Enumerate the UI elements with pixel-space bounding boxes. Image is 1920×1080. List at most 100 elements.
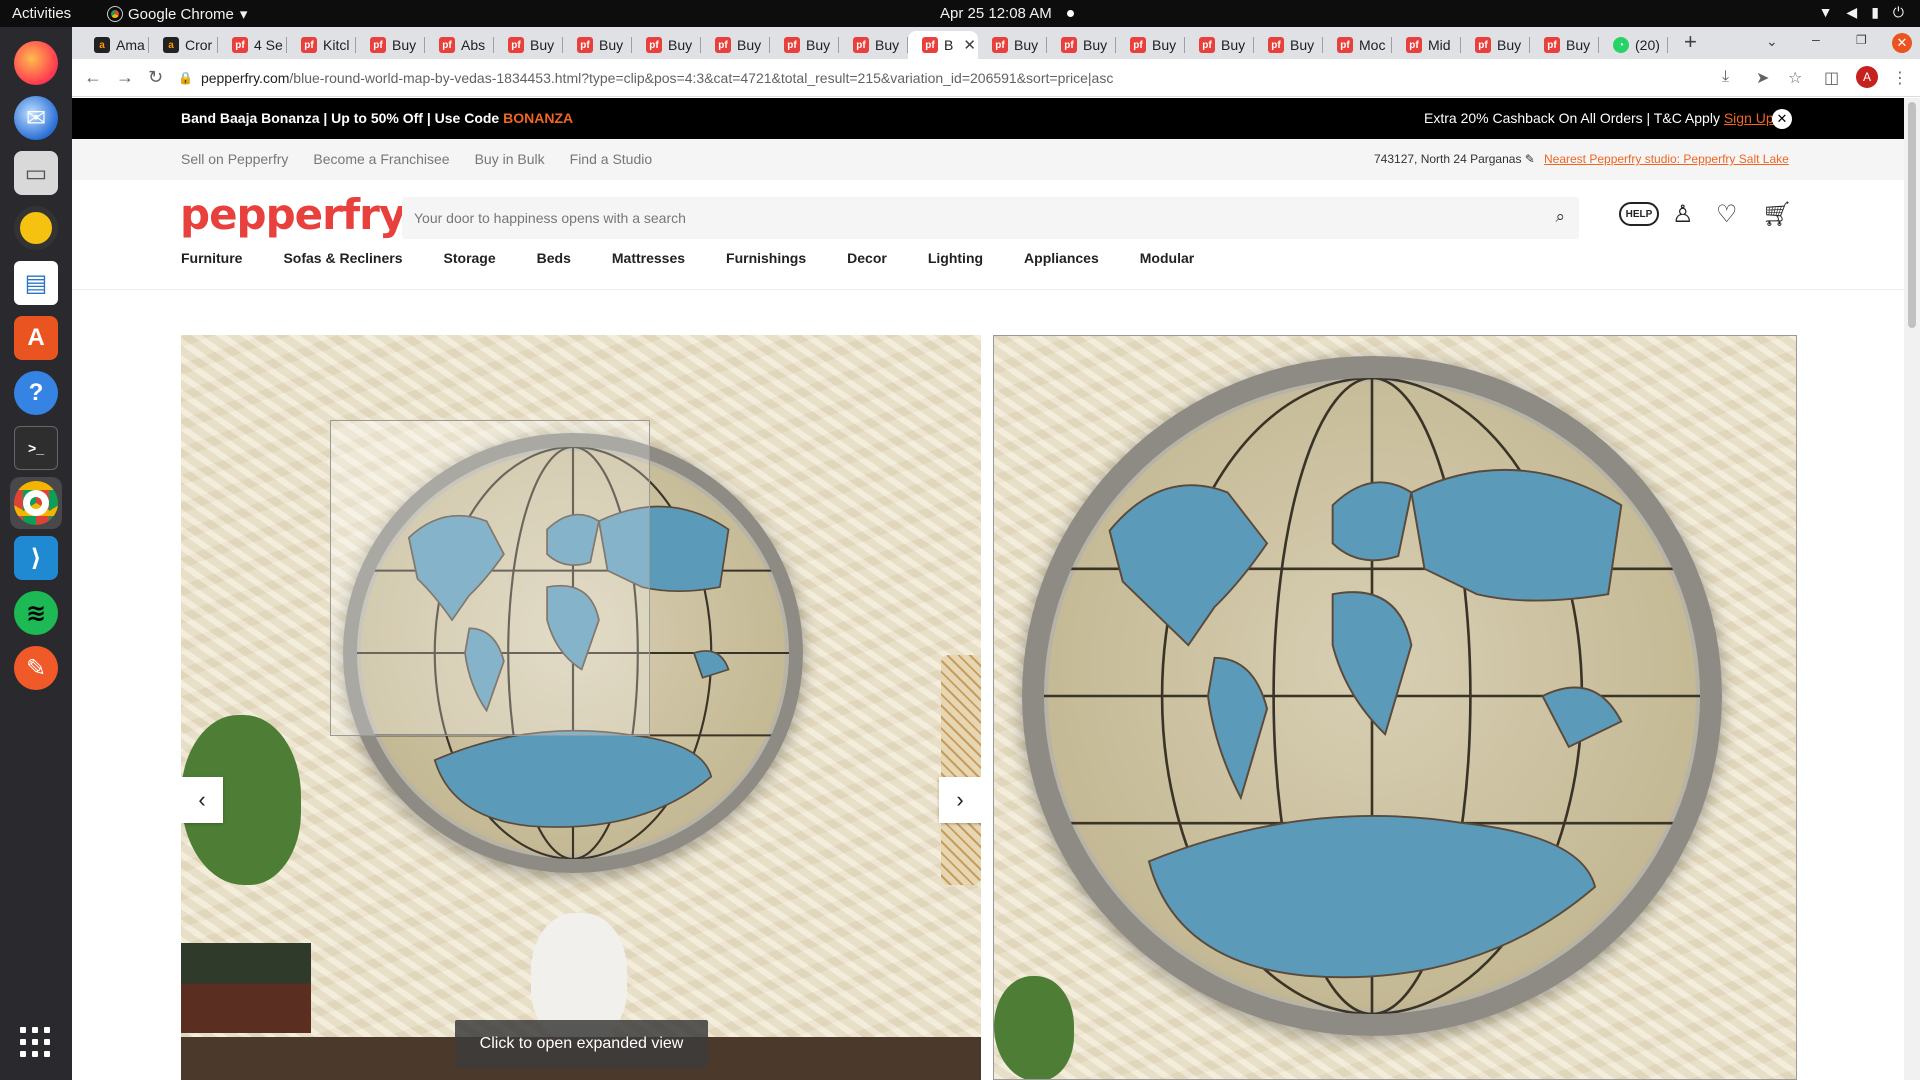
browser-tab[interactable]: pf Buy xyxy=(1530,31,1599,59)
browser-tab[interactable]: a Cror xyxy=(149,31,218,59)
browser-tab[interactable]: pf Abs xyxy=(425,31,494,59)
browser-tab[interactable]: pf 4 Se xyxy=(218,31,287,59)
system-tray[interactable]: ▼ ◀ ▮ ⏻ xyxy=(1819,4,1904,21)
dock-files[interactable]: ▭ xyxy=(10,147,62,199)
category-modular[interactable]: Modular xyxy=(1140,250,1194,266)
browser-tab[interactable]: ◔ (20) xyxy=(1599,31,1668,59)
dock-help[interactable]: ? xyxy=(10,367,62,419)
pepperfry-logo[interactable]: pepperfry xyxy=(180,190,406,239)
category-furniture[interactable]: Furniture xyxy=(181,250,242,266)
browser-tab[interactable]: pf Buy xyxy=(1254,31,1323,59)
category-storage[interactable]: Storage xyxy=(444,250,496,266)
send-icon[interactable]: ➤ xyxy=(1756,68,1769,88)
bulk-link[interactable]: Buy in Bulk xyxy=(475,151,545,167)
dock-spotify[interactable]: ≋ xyxy=(10,587,62,639)
browser-tab[interactable]: pf Kitcl xyxy=(287,31,356,59)
wishlist-heart-icon[interactable]: ♡ xyxy=(1716,200,1738,229)
browser-tab[interactable]: pf Buy xyxy=(494,31,563,59)
dock-rhythmbox[interactable] xyxy=(10,202,62,254)
scroll-thumb[interactable] xyxy=(1908,102,1916,328)
close-tab-icon[interactable]: ✕ xyxy=(963,36,976,54)
close-banner-icon[interactable]: ✕ xyxy=(1772,109,1792,129)
dock-software[interactable]: A xyxy=(10,312,62,364)
document-icon: ▤ xyxy=(14,261,58,305)
pepperfry-favicon-icon: pf xyxy=(1337,37,1353,53)
forward-icon[interactable]: → xyxy=(116,67,134,88)
secondary-nav: Sell on Pepperfry Become a Franchisee Bu… xyxy=(72,139,1904,180)
browser-tab[interactable]: pf Buy xyxy=(770,31,839,59)
reload-icon[interactable]: ↻ xyxy=(148,67,163,88)
browser-tab[interactable]: pf Buy xyxy=(701,31,770,59)
dock-chrome[interactable] xyxy=(10,477,62,529)
site-header: pepperfry ⌕ HELP ♙ ♡ 🛒︎ Furniture Sofas &… xyxy=(72,180,1904,290)
dock-inkscape[interactable]: ✎ xyxy=(10,642,62,694)
clock[interactable]: Apr 25 12:08 AM xyxy=(940,5,1052,22)
browser-tab[interactable]: pf Buy xyxy=(839,31,908,59)
new-tab-button[interactable]: + xyxy=(1684,29,1697,55)
help-button[interactable]: HELP xyxy=(1619,202,1659,226)
browser-tab[interactable]: pf Buy xyxy=(563,31,632,59)
back-icon[interactable]: ← xyxy=(84,67,102,88)
browser-tab[interactable]: pf B ✕ xyxy=(908,31,978,59)
maximize-button[interactable]: ❐ xyxy=(1856,33,1867,47)
close-window-button[interactable]: ✕ xyxy=(1892,33,1912,53)
dock-terminal[interactable]: >_ xyxy=(10,422,62,474)
page-scrollbar[interactable] xyxy=(1904,98,1920,1080)
sell-link[interactable]: Sell on Pepperfry xyxy=(181,151,288,167)
chrome-icon xyxy=(107,6,123,22)
address-bar[interactable]: 🔒 pepperfry.com/blue-round-world-map-by-… xyxy=(178,63,1768,93)
browser-tab[interactable]: a Ama xyxy=(80,31,149,59)
app-menu[interactable]: Google Chrome ▾ xyxy=(107,5,247,23)
user-icon[interactable]: ♙ xyxy=(1672,200,1694,229)
zoom-lens xyxy=(330,420,650,736)
browser-tab[interactable]: pf Buy xyxy=(1185,31,1254,59)
browser-tab[interactable]: pf Buy xyxy=(1047,31,1116,59)
dock-writer[interactable]: ▤ xyxy=(10,257,62,309)
delivery-location[interactable]: 743127, North 24 Parganas ✎ xyxy=(1374,152,1535,166)
product-zoom-view xyxy=(993,335,1797,1080)
browser-tab[interactable]: pf Buy xyxy=(1116,31,1185,59)
search-input[interactable] xyxy=(414,197,1534,239)
cart-icon[interactable]: 🛒︎ xyxy=(1762,200,1792,229)
category-furnishings[interactable]: Furnishings xyxy=(726,250,806,266)
studio-finder-link[interactable]: Find a Studio xyxy=(570,151,653,167)
signup-link[interactable]: Sign Up xyxy=(1724,110,1774,126)
more-menu-icon[interactable]: ⋮ xyxy=(1892,68,1908,88)
dock-firefox[interactable] xyxy=(10,37,62,89)
franchisee-link[interactable]: Become a Franchisee xyxy=(313,151,449,167)
books xyxy=(181,943,311,1033)
tab-search-chevron-down-icon[interactable]: ⌄ xyxy=(1766,33,1778,50)
browser-tab[interactable]: pf Buy xyxy=(978,31,1047,59)
category-decor[interactable]: Decor xyxy=(847,250,887,266)
tab-label: Buy xyxy=(599,37,624,53)
expand-view-hint[interactable]: Click to open expanded view xyxy=(455,1020,708,1068)
bookmark-star-icon[interactable]: ☆ xyxy=(1788,68,1802,88)
side-panel-icon[interactable]: ◫ xyxy=(1824,68,1839,88)
category-appliances[interactable]: Appliances xyxy=(1024,250,1099,266)
music-icon xyxy=(14,206,58,250)
search-icon[interactable]: ⌕ xyxy=(1555,207,1565,227)
activities-button[interactable]: Activities xyxy=(12,5,71,22)
category-mattresses[interactable]: Mattresses xyxy=(612,250,685,266)
product-main-image[interactable]: ‹ › Click to open expanded view xyxy=(181,335,981,1080)
lock-icon[interactable]: 🔒 xyxy=(178,71,193,85)
pepperfry-favicon-icon: pf xyxy=(508,37,524,53)
show-apps-icon[interactable] xyxy=(20,1027,50,1057)
browser-tab[interactable]: pf Buy xyxy=(356,31,425,59)
install-icon[interactable]: ⤓ xyxy=(1722,68,1729,86)
minimize-button[interactable]: – xyxy=(1812,31,1820,47)
category-sofas-recliners[interactable]: Sofas & Recliners xyxy=(283,250,402,266)
next-image-button[interactable]: › xyxy=(939,777,981,823)
category-lighting[interactable]: Lighting xyxy=(928,250,983,266)
browser-tab[interactable]: pf Moc xyxy=(1323,31,1392,59)
dock-thunderbird[interactable]: ✉ xyxy=(10,92,62,144)
prev-image-button[interactable]: ‹ xyxy=(181,777,223,823)
tab-strip: a Ama a Cror pf 4 Se pf Kitcl pf Buy pf Abs pf Buy pf B… xyxy=(72,27,1920,59)
browser-tab[interactable]: pf Mid xyxy=(1392,31,1461,59)
browser-tab[interactable]: pf Buy xyxy=(1461,31,1530,59)
nearest-studio-link[interactable]: Nearest Pepperfry studio: Pepperfry Salt… xyxy=(1544,152,1789,166)
category-beds[interactable]: Beds xyxy=(537,250,571,266)
browser-tab[interactable]: pf Buy xyxy=(632,31,701,59)
profile-avatar[interactable]: A xyxy=(1856,66,1878,88)
dock-vscode[interactable]: ⟩ xyxy=(10,532,62,584)
